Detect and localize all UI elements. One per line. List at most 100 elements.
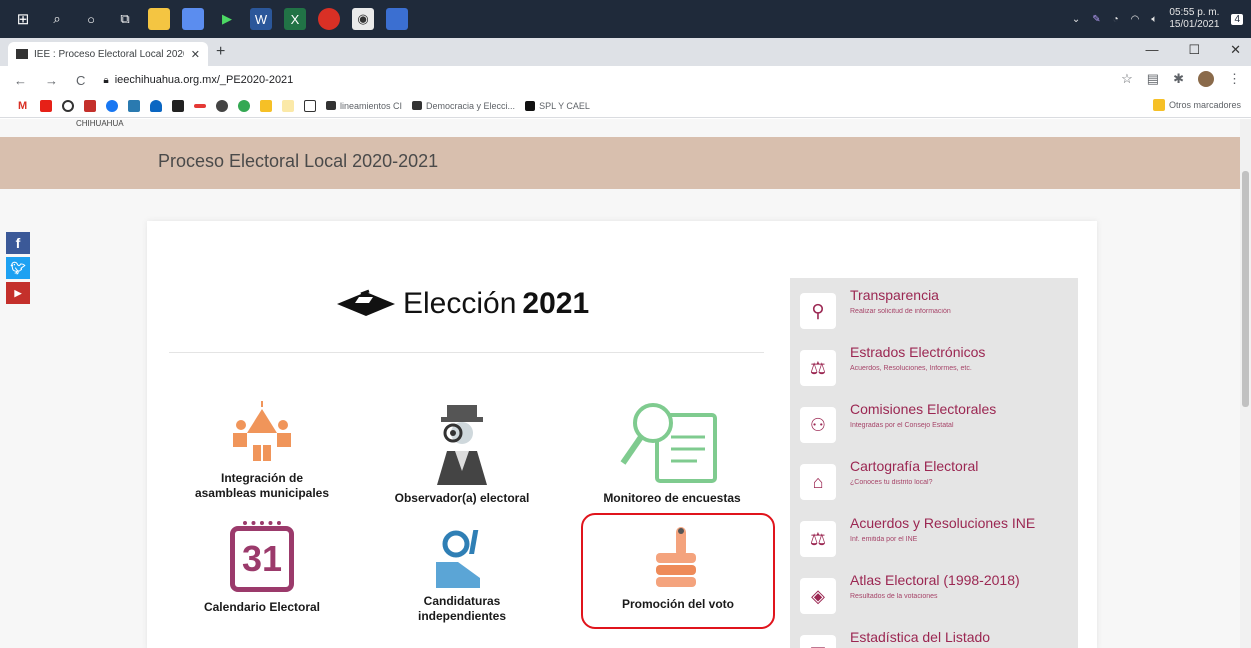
file-explorer-icon[interactable] [148,8,170,30]
bookmark-icon-8[interactable] [172,99,184,112]
extension-icon[interactable]: ▤ [1147,71,1159,87]
observador-electoral-link[interactable]: Observador(a) electoral [372,401,552,506]
url-text: ieechihuahua.org.mx/_PE2020-2021 [114,74,294,86]
bookmark-icon-12[interactable] [260,99,272,112]
map-icon: ⌂ [800,464,836,500]
avatar[interactable] [1198,71,1214,87]
maximize-button[interactable]: ☐ [1188,42,1200,58]
sidebar-item-comisiones[interactable]: ⚇ Comisiones Electorales Integradas por … [800,399,1070,449]
site-favicon [16,49,28,59]
viewer-app-icon[interactable]: ◉ [352,8,374,30]
red-highlight-box [581,513,775,629]
reading-icon[interactable] [304,99,316,112]
close-tab-icon[interactable]: ✕ [191,48,200,61]
network-icon[interactable]: ◠ [1131,14,1140,25]
remote-app-icon[interactable] [386,8,408,30]
sidebar-item-cartografia[interactable]: ⌂ Cartografía Electoral ¿Conoces tu dist… [800,456,1070,506]
item-label-4: Calendario Electoral [203,600,321,614]
sidebar-item-atlas[interactable]: ◈ Atlas Electoral (1998-2018) Resultados… [800,570,1070,620]
chrome-icon[interactable] [318,8,340,30]
youtube-icon[interactable]: ▶ [6,282,30,304]
calendario-electoral-link[interactable]: 31 Calendario Electoral [179,521,345,615]
excel-icon[interactable]: X [284,8,306,30]
bookmark-icon-10[interactable] [216,99,228,112]
sidebar-item-estadistica[interactable]: ▤ Estadística del Listado [800,627,1070,648]
statistics-icon: ▤ [800,635,836,648]
youtube-icon[interactable] [40,99,52,112]
sidebar-item-acuerdos-ine[interactable]: ⚖ Acuerdos y Resoluciones INE Inf. emiti… [800,513,1070,563]
windows-start-icon[interactable]: ⊞ [12,8,34,30]
other-bookmarks[interactable]: Otros marcadores [1152,99,1241,111]
url-field[interactable]: 🔒︎ ieechihuahua.org.mx/_PE2020-2021 [103,74,293,86]
notes-app-icon[interactable] [182,8,204,30]
notification-icon[interactable]: 4 [1231,13,1243,25]
reload-icon[interactable]: C [76,73,85,88]
gavel-ine-icon: ⚖ [800,521,836,557]
iee-icon [412,101,423,110]
wifi-icon[interactable]: ◔ [1113,14,1119,25]
cortana-icon[interactable]: ○ [80,8,102,30]
task-view-icon[interactable]: ⧉ [114,8,136,30]
chevron-up-icon[interactable]: ⌄ [1072,14,1080,25]
gmail-icon[interactable]: M [18,100,30,112]
sidebar-subtitle: Resultados de la votaciones [850,593,938,600]
cloud-icon[interactable] [150,99,162,112]
assembly-icon [233,401,291,461]
close-window-button[interactable]: ✕ [1230,42,1241,58]
sidebar-subtitle: Realizar solicitud de información [850,308,951,315]
integracion-asambleas-link[interactable]: Integración de asambleas municipales [179,401,345,501]
star-bookmark-icon[interactable]: ☆ [1121,71,1133,87]
volume-icon[interactable]: 🔈︎ [1151,14,1157,25]
eleccion-logo: Elección 2021 [335,287,589,321]
bookmark-label-3: SPL Y CAEL [539,100,590,111]
back-icon[interactable]: ← [14,73,27,88]
bookmark-icon-4[interactable] [84,99,96,112]
browser-tab[interactable]: IEE : Proceso Electoral Local 2020 ✕ [8,42,208,66]
minimize-button[interactable]: — [1145,42,1158,58]
forward-icon[interactable]: → [45,73,58,88]
system-clock[interactable]: 05:55 p. m. 15/01/2021 [1169,7,1219,31]
sidebar-title: Atlas Electoral (1998-2018) [850,572,1020,588]
word-icon[interactable]: W [250,8,272,30]
item-label-5a: Candidaturas [423,594,501,608]
bookmark-item-2[interactable]: Democracia y Elecci... [412,101,515,111]
twitter-icon[interactable]: 🐦︎ [6,257,30,279]
menu-icon[interactable]: ⋮ [1228,71,1241,87]
page-scrollbar[interactable] [1240,119,1251,648]
item-label-1a: Integración de [220,471,303,485]
facebook-icon[interactable] [106,99,118,112]
sidebar-title: Comisiones Electorales [850,401,997,417]
bookmark-item-3[interactable]: SPL Y CAEL [525,100,590,111]
media-app-icon[interactable]: ▶ [216,8,238,30]
bookmark-icon-3[interactable] [62,99,74,112]
bookmark-icon-11[interactable] [238,99,250,112]
bookmark-item-1[interactable]: lineamientos CI [326,101,402,111]
survey-monitor-icon [620,403,717,483]
social-links: f 🐦︎ ▶ [6,232,30,304]
folder-icon [1152,99,1165,111]
feather-icon[interactable]: ✎ [1092,14,1100,25]
facebook-icon[interactable]: f [6,232,30,254]
new-tab-button[interactable]: + [216,43,225,61]
sidebar-subtitle: ¿Conoces tu distrito local? [850,479,933,486]
bookmark-icon-13[interactable] [282,99,294,112]
sidebar-subtitle: Acuerdos, Resoluciones, Informes, etc. [850,365,972,372]
tab-title: IEE : Proceso Electoral Local 2020 [34,48,184,60]
sidebar-subtitle: Inf. emitida por el INE [850,536,918,543]
search-icon[interactable]: ⌕ [46,8,68,30]
candidaturas-independientes-link[interactable]: Candidaturas independientes [372,526,552,624]
sidebar-title: Estrados Electrónicos [850,344,986,360]
content-card: Elección 2021 Integración de asambleas mu… [147,221,1097,648]
bookmark-icon-6[interactable] [128,99,140,112]
scrollbar-thumb[interactable] [1242,171,1249,407]
sidebar-links: ⚲ Transparencia Realizar solicitud de in… [790,278,1078,648]
sidebar-title: Transparencia [850,287,939,303]
puzzle-icon[interactable]: ✱ [1173,71,1184,87]
logo-year: 2021 [522,287,590,320]
divider [169,352,764,353]
bookmark-icon-9[interactable] [194,103,206,108]
lock-icon: 🔒︎ [103,74,109,86]
sidebar-item-transparencia[interactable]: ⚲ Transparencia Realizar solicitud de in… [800,285,1070,335]
monitoreo-encuestas-link[interactable]: Monitoreo de encuestas [577,401,767,506]
sidebar-item-estrados[interactable]: ⚖ Estrados Electrónicos Acuerdos, Resolu… [800,342,1070,392]
